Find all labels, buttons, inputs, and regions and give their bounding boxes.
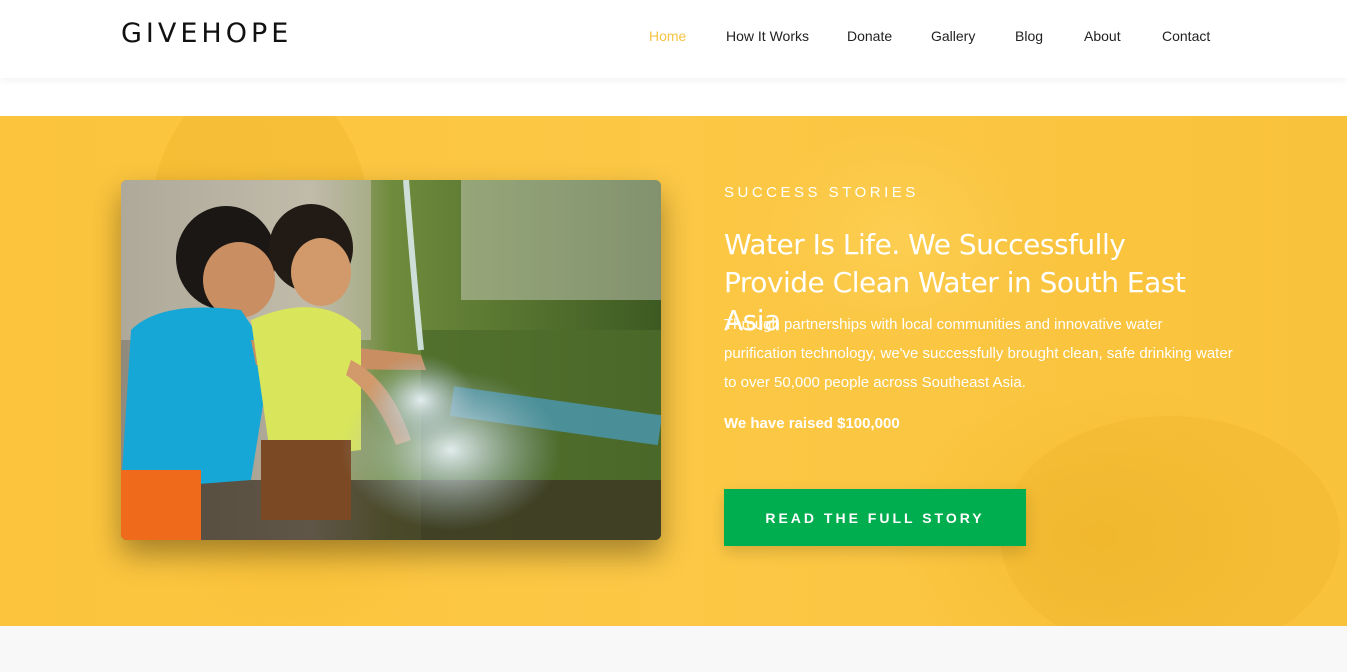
children-water-illustration xyxy=(121,180,661,540)
hero-eyebrow: Success Stories xyxy=(724,184,919,201)
read-full-story-button[interactable]: Read the Full Story xyxy=(724,489,1026,546)
site-header: GIVEHOPE Home How It Works Donate Galler… xyxy=(0,0,1347,78)
hero-section: Success Stories Water Is Life. We Succes… xyxy=(0,116,1347,626)
nav-item-how-it-works[interactable]: How It Works xyxy=(726,28,809,44)
nav-item-about[interactable]: About xyxy=(1084,28,1121,44)
amount-raised: We have raised $100,000 xyxy=(724,415,900,432)
nav-item-home[interactable]: Home xyxy=(649,28,686,44)
nav-item-gallery[interactable]: Gallery xyxy=(931,28,975,44)
nav-item-donate[interactable]: Donate xyxy=(847,28,892,44)
nav-item-blog[interactable]: Blog xyxy=(1015,28,1043,44)
hero-description: Through partnerships with local communit… xyxy=(724,316,1233,391)
hero-background-shape xyxy=(1000,416,1340,626)
hero-photo xyxy=(121,180,661,540)
nav-item-contact[interactable]: Contact xyxy=(1162,28,1210,44)
next-section xyxy=(0,626,1347,672)
main-nav: Home How It Works Donate Gallery Blog Ab… xyxy=(0,28,1347,48)
